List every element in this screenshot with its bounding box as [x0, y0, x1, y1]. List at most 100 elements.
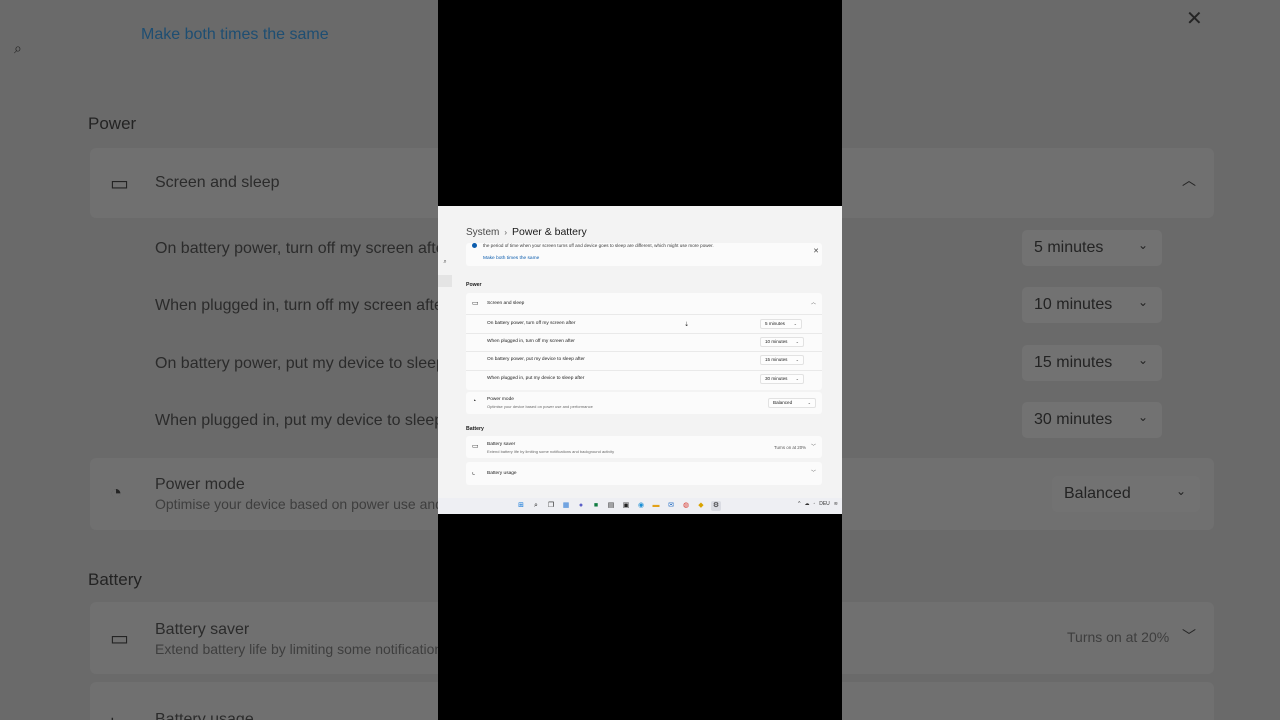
bg-screen-icon: ▭: [110, 173, 129, 195]
screen-sleep-header[interactable]: ▭ Screen and sleep ︿: [466, 293, 822, 314]
chevron-up-icon[interactable]: ^: [798, 501, 800, 507]
setting-label: When plugged in, turn off my screen afte…: [487, 339, 575, 344]
bg-search-icon: ⌕: [14, 40, 22, 56]
start-icon[interactable]: ⊞: [516, 501, 526, 511]
sidebar-selected-item[interactable]: [438, 275, 452, 287]
bg-battery-icon: ▭: [110, 628, 129, 650]
setting-label: When plugged in, put my device to sleep …: [487, 376, 585, 381]
bg-close-icon: ✕: [1186, 8, 1203, 30]
setting-row: When plugged in, turn off my screen afte…: [466, 334, 822, 352]
video-frame: ⌕ System › Power & battery the period of t…: [438, 0, 842, 720]
bg-make-same-link: Make both times the same: [141, 26, 329, 43]
taskbar: ⊞ ⌕ ❐ ▦ ● ■ ▤ ▣ ◉ ▬ ✉ ◍ ◆ ⚙ ^ ☁ ◦ DEU ≋: [438, 498, 842, 514]
chevron-up-icon[interactable]: ︿: [811, 299, 816, 306]
battery-saver-status: Turns on at 20%: [774, 445, 807, 450]
bg-screen-sleep-title: Screen and sleep: [155, 174, 280, 191]
chart-icon: ⌞: [472, 469, 476, 476]
info-banner: the period of time when your screen turn…: [466, 243, 822, 266]
info-shield-icon: [472, 243, 477, 248]
excel-icon[interactable]: ■: [591, 501, 601, 511]
cloud-icon[interactable]: ☁: [804, 501, 809, 507]
bg-row-label: When plugged in, turn off my screen afte: [155, 297, 443, 314]
bg-row-dropdown: 15 minutes ⌄: [1022, 345, 1162, 381]
bg-row-dropdown: 10 minutes ⌄: [1022, 287, 1162, 323]
task-view-icon[interactable]: ❐: [546, 501, 556, 511]
gauge-icon: ◔: [472, 398, 477, 405]
bg-chevron-up-icon: ︿: [1182, 172, 1196, 188]
setting-row: On battery power, put my device to sleep…: [466, 352, 822, 370]
page-title: Power & battery: [512, 226, 587, 238]
bg-power-heading: Power: [88, 114, 137, 133]
breadcrumb: System › Power & battery: [466, 226, 587, 238]
chat-icon[interactable]: ●: [576, 501, 586, 511]
bg-chart-icon: ⌞: [110, 706, 120, 720]
chevron-down-icon: ⌄: [807, 400, 811, 405]
bg-gauge-icon: ◔: [110, 482, 123, 504]
bg-power-mode-dropdown: Balanced ⌄: [1052, 476, 1200, 512]
bg-row-dropdown: 5 minutes ⌄: [1022, 230, 1162, 266]
battery-saver-subtitle: Extend battery life by limiting some not…: [487, 449, 615, 454]
power-mode-title: Power mode: [487, 397, 514, 402]
search-icon[interactable]: ⌕: [531, 501, 541, 511]
settings-icon[interactable]: ⚙: [711, 501, 721, 511]
bg-battery-saver-title: Battery saver: [155, 621, 250, 638]
chevron-down-icon: ⌄: [795, 376, 799, 381]
language-indicator[interactable]: DEU: [819, 501, 830, 507]
chevron-down-icon: ⌄: [795, 339, 799, 344]
setting-label: On battery power, turn off my screen aft…: [487, 321, 576, 326]
widgets-icon[interactable]: ▦: [561, 501, 571, 511]
bg-row-label: On battery power, turn off my screen aft…: [155, 240, 445, 257]
bg-row-label: When plugged in, put my device to sleep: [155, 412, 444, 429]
bg-row-label: On battery power, put my device to sleep: [155, 355, 445, 372]
battery-usage-title: Battery usage: [487, 471, 517, 476]
power-mode-card: ◔ Power mode Optimise your device based …: [466, 392, 822, 414]
mail-icon[interactable]: ✉: [666, 501, 676, 511]
power-mode-dropdown[interactable]: Balanced ⌄: [768, 398, 816, 408]
store-icon[interactable]: ▣: [621, 501, 631, 511]
chevron-down-icon[interactable]: ﹀: [811, 443, 816, 450]
bg-power-mode-title: Power mode: [155, 476, 245, 493]
timeout-dropdown[interactable]: 5 minutes ⌄: [760, 319, 802, 329]
close-icon[interactable]: ✕: [813, 247, 819, 255]
chevron-down-icon: ⌄: [795, 357, 799, 362]
timeout-dropdown[interactable]: 15 minutes ⌄: [760, 355, 804, 365]
battery-usage-card[interactable]: ⌞ Battery usage ﹀: [466, 462, 822, 485]
power-mode-subtitle: Optimise your device based on power use …: [487, 404, 593, 409]
edge-icon[interactable]: ◉: [636, 501, 646, 511]
bg-power-mode-sub: Optimise your device based on power use …: [155, 496, 443, 512]
system-tray: ^ ☁ ◦ DEU ≋: [798, 501, 838, 507]
sidebar-search-icon[interactable]: ⌕: [438, 256, 452, 268]
app-yellow-icon[interactable]: ◆: [696, 501, 706, 511]
setting-label: On battery power, put my device to sleep…: [487, 357, 585, 362]
mic-icon[interactable]: ◦: [813, 501, 815, 507]
breadcrumb-chevron-icon: ›: [504, 228, 508, 237]
timeout-dropdown[interactable]: 30 minutes ⌄: [760, 374, 804, 384]
bg-row-dropdown: 30 minutes ⌄: [1022, 402, 1162, 438]
monitor-icon: ▭: [472, 300, 479, 307]
battery-saver-title: Battery saver: [487, 442, 516, 447]
chevron-down-icon[interactable]: ﹀: [811, 469, 816, 476]
screen-sleep-card: ▭ Screen and sleep ︿ On battery power, t…: [466, 293, 822, 390]
wifi-icon[interactable]: ≋: [834, 501, 838, 507]
bg-battery-heading: Battery: [88, 570, 142, 589]
bg-battery-usage-title: Battery usage: [155, 711, 254, 720]
chevron-down-icon: ⌄: [793, 321, 797, 326]
setting-row: On battery power, turn off my screen aft…: [466, 315, 822, 333]
breadcrumb-system[interactable]: System: [466, 227, 499, 238]
setting-row: When plugged in, put my device to sleep …: [466, 371, 822, 389]
mouse-cursor-icon: ⇣: [684, 322, 690, 328]
power-heading: Power: [466, 282, 482, 288]
make-same-link[interactable]: Make both times the same: [483, 256, 539, 261]
info-text: the period of time when your screen turn…: [483, 243, 714, 248]
bg-battery-saver-status: Turns on at 20%: [1067, 629, 1170, 645]
taskbar-apps: ⊞ ⌕ ❐ ▦ ● ■ ▤ ▣ ◉ ▬ ✉ ◍ ◆ ⚙: [516, 501, 721, 511]
battery-saver-card[interactable]: ▭ Battery saver Extend battery life by l…: [466, 436, 822, 458]
chrome-icon[interactable]: ◍: [681, 501, 691, 511]
battery-icon: ▭: [472, 443, 479, 450]
timeout-dropdown[interactable]: 10 minutes ⌄: [760, 337, 804, 347]
bg-battery-saver-sub: Extend battery life by limiting some not…: [155, 641, 443, 657]
bg-chevron-down-icon: ﹀: [1182, 628, 1196, 644]
app-icon[interactable]: ▤: [606, 501, 616, 511]
screen-sleep-title: Screen and sleep: [487, 301, 525, 306]
file-explorer-icon[interactable]: ▬: [651, 501, 661, 511]
